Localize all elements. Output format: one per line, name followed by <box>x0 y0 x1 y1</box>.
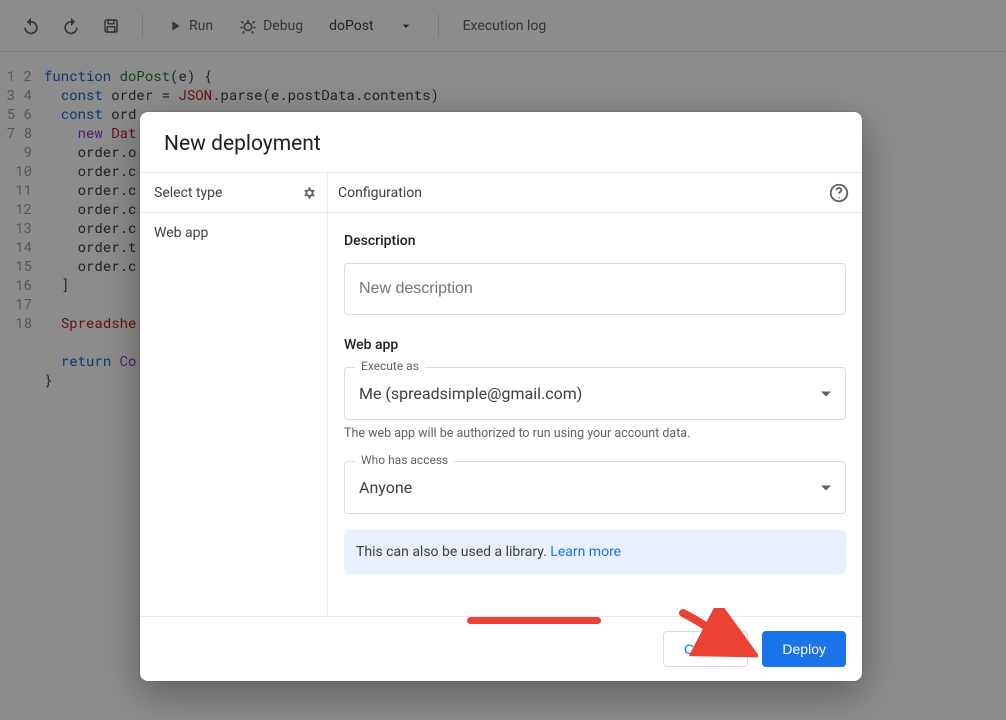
who-has-access-label: Who has access <box>355 453 454 467</box>
execute-as-hint: The web app will be authorized to run us… <box>344 426 846 441</box>
new-deployment-dialog: New deployment Select type Web app Confi… <box>140 112 862 681</box>
chevron-down-icon <box>821 391 831 396</box>
execute-as-label: Execute as <box>355 359 425 373</box>
dialog-title: New deployment <box>140 112 862 173</box>
who-has-access-value: Anyone <box>359 478 412 497</box>
configuration-label: Configuration <box>338 185 422 201</box>
cancel-button[interactable]: Cancel <box>663 631 749 667</box>
deploy-button[interactable]: Deploy <box>762 631 846 667</box>
description-input[interactable] <box>359 280 831 298</box>
dialog-footer: Cancel Deploy <box>140 616 862 681</box>
execute-as-select[interactable]: Execute as Me (spreadsimple@gmail.com) <box>344 367 846 420</box>
learn-more-link[interactable]: Learn more <box>550 544 621 560</box>
annotation-underline <box>467 617 601 624</box>
type-web-app[interactable]: Web app <box>140 213 327 253</box>
webapp-section-label: Web app <box>344 337 846 353</box>
description-section-label: Description <box>344 233 846 249</box>
chevron-down-icon <box>821 485 831 490</box>
execute-as-value: Me (spreadsimple@gmail.com) <box>359 384 582 403</box>
select-type-label: Select type <box>154 185 222 201</box>
library-info: This can also be used a library. Learn m… <box>344 530 846 574</box>
gear-icon[interactable] <box>297 183 317 203</box>
deployment-type-panel: Select type Web app <box>140 173 328 616</box>
description-field[interactable] <box>344 263 846 315</box>
who-has-access-select[interactable]: Who has access Anyone <box>344 461 846 514</box>
help-icon[interactable] <box>828 182 850 204</box>
